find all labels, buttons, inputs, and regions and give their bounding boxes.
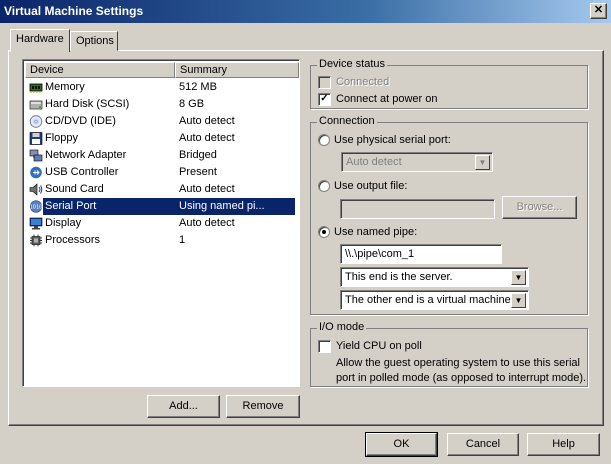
this-end-select[interactable]: This end is the server. ▼ xyxy=(340,267,529,287)
floppy-icon xyxy=(29,132,43,145)
help-button[interactable]: Help xyxy=(527,433,600,456)
device-row-hard-disk[interactable]: Hard Disk (SCSI) 8 GB xyxy=(25,96,273,113)
device-row-display[interactable]: Display Auto detect xyxy=(25,215,273,232)
sound-card-icon xyxy=(29,183,43,196)
device-name: Network Adapter xyxy=(45,149,127,161)
column-header-device[interactable]: Device xyxy=(25,62,175,78)
pipe-name-value: \\.\pipe\com_1 xyxy=(345,248,415,260)
physical-port-select[interactable]: Auto detect ▼ xyxy=(341,152,493,172)
io-mode-title: I/O mode xyxy=(317,321,367,333)
ok-button[interactable]: OK xyxy=(365,432,438,457)
device-summary: Auto detect xyxy=(179,183,235,195)
yield-cpu-label: Yield CPU on poll xyxy=(336,340,422,352)
device-summary: Auto detect xyxy=(179,217,235,229)
usb-icon xyxy=(30,166,42,179)
physical-port-value: Auto detect xyxy=(346,156,402,168)
title-bar: Virtual Machine Settings xyxy=(0,0,611,23)
tab-hardware[interactable]: Hardware xyxy=(10,29,70,52)
connect-at-power-on-checkbox[interactable]: ✓ xyxy=(318,93,331,106)
device-summary: 8 GB xyxy=(179,98,205,110)
chevron-down-icon[interactable]: ▼ xyxy=(511,293,526,308)
device-name: Display xyxy=(45,217,82,229)
chevron-down-icon[interactable]: ▼ xyxy=(475,155,490,170)
help-button-label: Help xyxy=(552,438,575,450)
device-summary: Using named pi... xyxy=(179,200,265,212)
device-status-group: Device status Connected ✓ Connect at pow… xyxy=(310,58,588,109)
device-list[interactable]: Device Summary Memory 512 MB Hard Disk (… xyxy=(22,59,300,387)
window-title: Virtual Machine Settings xyxy=(4,4,144,18)
connection-group: Connection Use physical serial port: Aut… xyxy=(310,115,588,315)
add-button-label: Add... xyxy=(169,400,198,412)
network-adapter-icon xyxy=(29,149,43,162)
browse-button-label: Browse... xyxy=(516,201,563,213)
device-summary: Auto detect xyxy=(179,115,235,127)
device-name: Processors xyxy=(45,234,101,246)
remove-button[interactable]: Remove xyxy=(226,395,300,418)
device-name: Memory xyxy=(45,81,85,93)
device-row-memory[interactable]: Memory 512 MB xyxy=(25,79,273,96)
device-row-sound-card[interactable]: Sound Card Auto detect xyxy=(25,181,273,198)
named-pipe-label: Use named pipe: xyxy=(334,226,418,238)
device-name: Floppy xyxy=(45,132,79,144)
device-row-usb-controller[interactable]: USB Controller Present xyxy=(25,164,273,181)
device-name: Hard Disk (SCSI) xyxy=(45,98,130,110)
serial-port-icon: 1010 xyxy=(30,200,43,213)
checkmark-icon: ✓ xyxy=(320,93,329,104)
close-button[interactable]: ✕ xyxy=(590,3,607,19)
io-mode-description-line2: port in polled mode (as opposed to inter… xyxy=(336,372,587,384)
io-mode-group: I/O mode Yield CPU on poll Allow the gue… xyxy=(310,321,588,387)
remove-button-label: Remove xyxy=(242,400,284,412)
cancel-button[interactable]: Cancel xyxy=(447,433,519,456)
other-end-value: The other end is a virtual machine. xyxy=(345,294,514,306)
device-summary: Present xyxy=(179,166,217,178)
tab-options[interactable]: Options xyxy=(70,31,118,51)
svg-text:1010: 1010 xyxy=(30,205,43,211)
physical-serial-port-radio[interactable] xyxy=(318,134,330,146)
close-icon: ✕ xyxy=(593,4,604,16)
add-button[interactable]: Add... xyxy=(147,395,220,418)
cancel-button-label: Cancel xyxy=(465,438,501,450)
device-row-network-adapter[interactable]: Network Adapter Bridged xyxy=(25,147,273,164)
chevron-down-icon[interactable]: ▼ xyxy=(511,270,526,285)
device-row-cd-dvd[interactable]: CD/DVD (IDE) Auto detect xyxy=(25,113,273,130)
connection-title: Connection xyxy=(317,115,377,127)
this-end-value: This end is the server. xyxy=(345,271,453,283)
device-name: Serial Port xyxy=(45,200,97,212)
device-row-processors[interactable]: Processors 1 xyxy=(25,232,273,249)
device-summary: 512 MB xyxy=(179,81,217,93)
physical-serial-port-label: Use physical serial port: xyxy=(334,134,451,146)
ok-button-label: OK xyxy=(393,438,410,450)
output-file-label: Use output file: xyxy=(334,180,408,192)
list-header: Device Summary xyxy=(25,62,299,78)
tab-hardware-label: Hardware xyxy=(16,33,64,45)
radio-dot xyxy=(322,230,326,234)
output-file-radio[interactable] xyxy=(318,180,330,192)
browse-button[interactable]: Browse... xyxy=(502,196,577,219)
io-mode-description-line1: Allow the guest operating system to use … xyxy=(336,357,580,369)
cd-dvd-icon xyxy=(29,115,43,128)
device-name: USB Controller xyxy=(45,166,119,178)
device-summary: Bridged xyxy=(179,149,217,161)
column-header-summary[interactable]: Summary xyxy=(175,62,299,78)
hard-disk-icon xyxy=(29,100,43,110)
device-row-floppy[interactable]: Floppy Auto detect xyxy=(25,130,273,147)
device-status-title: Device status xyxy=(317,58,388,70)
processor-icon xyxy=(30,234,42,247)
yield-cpu-checkbox[interactable] xyxy=(318,340,331,353)
device-row-serial-port[interactable]: 1010 Serial Port Using named pi... xyxy=(25,198,295,215)
connect-at-power-on-label: Connect at power on xyxy=(336,93,438,105)
device-name: Sound Card xyxy=(45,183,104,195)
device-summary: 1 xyxy=(179,234,186,246)
tab-options-label: Options xyxy=(76,35,114,47)
other-end-select[interactable]: The other end is a virtual machine. ▼ xyxy=(340,290,529,310)
memory-icon xyxy=(29,83,43,93)
output-file-input[interactable] xyxy=(340,199,495,219)
display-icon xyxy=(29,217,43,230)
connected-label: Connected xyxy=(336,76,390,88)
pipe-name-input[interactable]: \\.\pipe\com_1 xyxy=(340,244,502,264)
named-pipe-radio[interactable] xyxy=(318,226,330,238)
connected-checkbox[interactable] xyxy=(318,76,331,89)
device-name: CD/DVD (IDE) xyxy=(45,115,116,127)
device-summary: Auto detect xyxy=(179,132,235,144)
